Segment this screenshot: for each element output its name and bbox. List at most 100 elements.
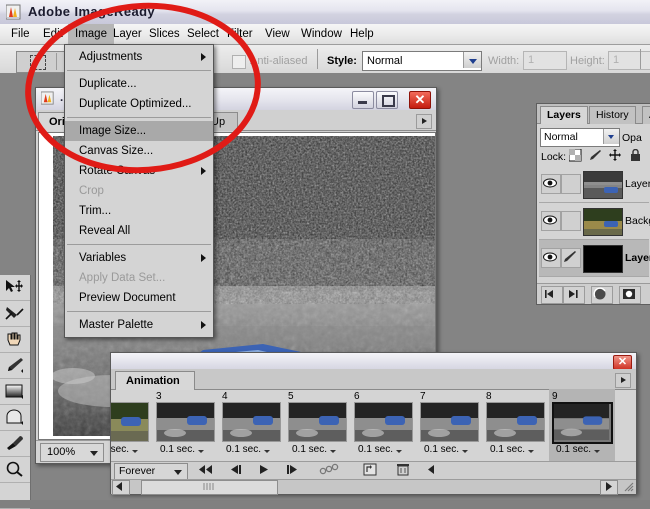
tab-history[interactable]: History <box>589 106 636 124</box>
menu-item-variables[interactable]: Variables <box>65 248 213 268</box>
next-frame-icon[interactable] <box>282 463 306 478</box>
height-input[interactable]: 1 <box>608 51 650 70</box>
animation-frame[interactable]: 8 0.1 sec. <box>483 389 549 461</box>
close-button[interactable]: ✕ <box>409 91 431 109</box>
scroll-left-button[interactable] <box>112 480 130 495</box>
menu-item-image-size[interactable]: Image Size... <box>65 121 213 141</box>
next-frame-icon[interactable] <box>563 286 585 304</box>
frame-delay[interactable]: 0.1 sec. <box>358 444 393 455</box>
zoom-tool[interactable] <box>0 457 30 483</box>
transparency-lock-icon[interactable] <box>568 148 583 163</box>
animation-frame[interactable]: 0.1 sec. <box>111 389 153 461</box>
menu-item-adjustments[interactable]: Adjustments <box>65 47 213 67</box>
menu-item-canvas-size[interactable]: Canvas Size... <box>65 141 213 161</box>
chevron-down-icon[interactable] <box>264 450 270 453</box>
menu-item-rotate-canvas[interactable]: Rotate Canvas <box>65 161 213 181</box>
menu-edit[interactable]: Edit <box>36 24 70 44</box>
current-tool-marquee-icon[interactable] <box>16 51 66 73</box>
paintbrush-tool[interactable] <box>0 353 30 379</box>
shape-tool[interactable] <box>0 405 30 431</box>
loop-select[interactable]: Forever <box>114 463 188 480</box>
eye-icon[interactable] <box>541 174 561 194</box>
animation-frame[interactable]: 3 0.1 sec. <box>153 389 219 461</box>
new-layer-icon[interactable] <box>619 286 641 304</box>
position-lock-icon[interactable] <box>609 149 623 163</box>
chevron-down-icon[interactable] <box>132 450 138 453</box>
tab-layers[interactable]: Layers <box>540 106 588 124</box>
menu-item-master-palette[interactable]: Master Palette <box>65 315 213 335</box>
animation-frame[interactable]: 4 0.1 sec. <box>219 389 285 461</box>
frame-delay[interactable]: 0.1 sec. <box>160 444 195 455</box>
menu-window[interactable]: Window <box>294 24 349 44</box>
frame-delay[interactable]: 0.1 sec. <box>226 444 261 455</box>
all-lock-icon[interactable] <box>629 148 643 163</box>
tab-actions[interactable]: A <box>642 106 650 124</box>
previous-frame-icon[interactable] <box>224 463 248 478</box>
table-row[interactable]: Layer <box>539 166 650 203</box>
minimize-button[interactable] <box>352 91 374 109</box>
frame-delay[interactable]: 0.1 sec. <box>111 444 129 455</box>
play-icon[interactable] <box>253 463 277 478</box>
frame-delay[interactable]: 0.1 sec. <box>556 444 591 455</box>
menu-item-reveal-all[interactable]: Reveal All <box>65 221 213 241</box>
style-select[interactable]: Normal <box>362 51 482 71</box>
chevron-down-icon[interactable] <box>603 129 619 144</box>
menu-item-trim[interactable]: Trim... <box>65 201 213 221</box>
menu-item-preview-document[interactable]: Preview Document <box>65 288 213 308</box>
tab-animation[interactable]: Animation <box>115 371 195 390</box>
duplicate-frame-icon[interactable] <box>359 463 383 478</box>
slice-tool[interactable] <box>0 301 30 327</box>
image-lock-icon[interactable] <box>589 149 603 163</box>
close-button[interactable]: ✕ <box>613 355 632 370</box>
menu-help[interactable]: Help <box>343 24 381 44</box>
resize-grip-icon[interactable] <box>623 481 634 492</box>
scroll-right-button[interactable] <box>600 480 618 495</box>
layer-style-icon[interactable] <box>591 286 613 304</box>
animation-frame[interactable]: 5 0.1 sec. <box>285 389 351 461</box>
paintbrush-icon[interactable] <box>561 248 581 268</box>
move-tool[interactable] <box>0 275 30 301</box>
frame-delay[interactable]: 0.1 sec. <box>292 444 327 455</box>
frame-delay[interactable]: 0.1 sec. <box>490 444 525 455</box>
first-frame-icon[interactable] <box>195 463 219 478</box>
animation-scrollbar[interactable] <box>111 479 636 495</box>
eye-icon[interactable] <box>541 248 561 268</box>
chevron-down-icon[interactable] <box>198 450 204 453</box>
delete-frame-icon[interactable] <box>392 463 416 478</box>
menu-file[interactable]: File <box>4 24 37 44</box>
animation-frame-selected[interactable]: 9 0.1 sec. <box>549 389 615 461</box>
chevron-down-icon[interactable] <box>594 450 600 453</box>
menu-item-duplicate-optimized[interactable]: Duplicate Optimized... <box>65 94 213 114</box>
more-tools[interactable] <box>0 483 30 509</box>
eye-icon[interactable] <box>541 211 561 231</box>
frame-delay[interactable]: 0.1 sec. <box>424 444 459 455</box>
chevron-down-icon[interactable] <box>174 470 182 475</box>
menu-item-duplicate[interactable]: Duplicate... <box>65 74 213 94</box>
prev-frame-icon[interactable] <box>541 286 563 304</box>
animation-frame[interactable]: 6 0.1 sec. <box>351 389 417 461</box>
tabs-menu-arrow-icon[interactable] <box>416 114 432 129</box>
gradient-tool[interactable] <box>0 379 30 405</box>
width-input[interactable]: 1 <box>523 51 567 70</box>
table-row[interactable]: Backg <box>539 203 650 240</box>
hand-tool[interactable] <box>0 327 30 353</box>
menu-filter[interactable]: Filter <box>220 24 260 44</box>
palette-menu-arrow-icon[interactable] <box>615 373 631 388</box>
chevron-down-icon[interactable] <box>330 450 336 453</box>
maximize-button[interactable] <box>376 91 398 109</box>
blend-mode-select[interactable]: Normal <box>540 128 620 147</box>
eyedropper-tool[interactable] <box>0 431 30 457</box>
scrollbar-thumb[interactable] <box>141 480 278 495</box>
chevron-down-icon[interactable] <box>396 450 402 453</box>
chevron-down-icon[interactable] <box>528 450 534 453</box>
zoom-level-select[interactable]: 100% <box>40 443 104 462</box>
chevron-down-icon[interactable] <box>463 52 481 68</box>
link-cell[interactable] <box>561 211 581 231</box>
table-row[interactable]: Layer <box>539 240 650 277</box>
anti-aliased-checkbox[interactable] <box>232 55 246 69</box>
collapse-icon[interactable] <box>421 463 445 478</box>
tween-icon[interactable] <box>318 463 342 478</box>
link-cell[interactable] <box>561 174 581 194</box>
animation-frame[interactable]: 7 0.1 sec. <box>417 389 483 461</box>
menu-view[interactable]: View <box>258 24 297 44</box>
